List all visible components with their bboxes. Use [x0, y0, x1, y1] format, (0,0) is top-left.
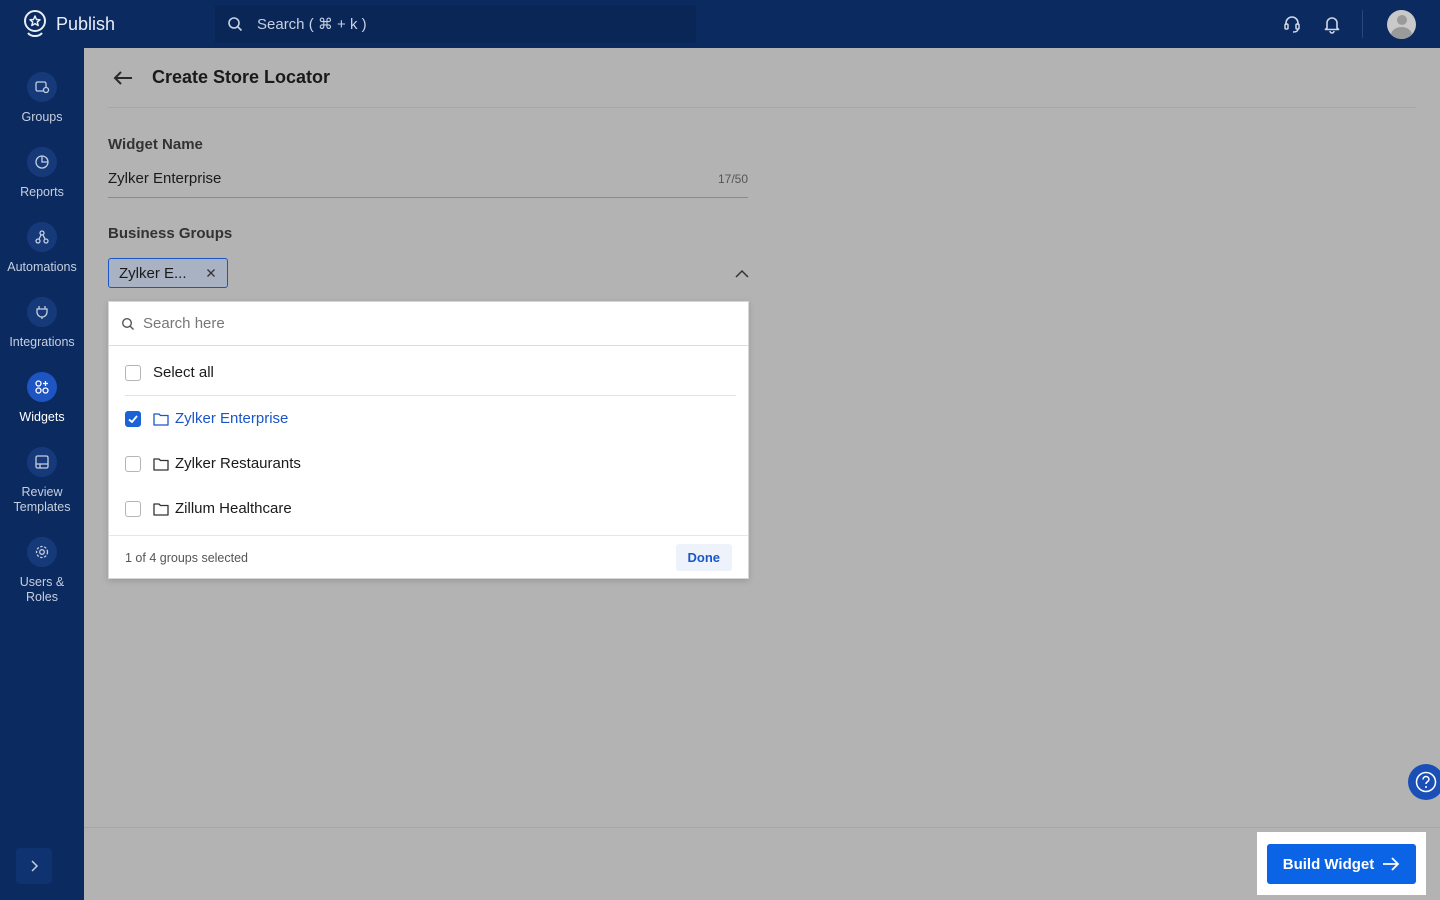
notification-bell-icon[interactable]	[1312, 0, 1352, 48]
group-option-label: Zylker Enterprise	[175, 410, 289, 427]
user-avatar[interactable]	[1387, 9, 1416, 39]
group-option[interactable]: Zylker Restaurants	[109, 441, 750, 486]
group-checkbox[interactable]	[125, 500, 141, 517]
selected-group-chip[interactable]: Zylker E...	[108, 258, 228, 288]
review-templates-icon	[27, 447, 57, 477]
app-name: Publish	[56, 13, 116, 34]
char-count: 17/50	[717, 172, 748, 186]
business-groups-dropdown: Select all Zylker Enterprise Zylker Rest…	[108, 301, 749, 579]
group-option[interactable]: Zylker Enterprise	[109, 396, 750, 441]
groups-icon	[27, 72, 57, 102]
main-content: Create Store Locator Widget Name 17/50 B…	[84, 48, 1440, 900]
folder-icon	[153, 457, 169, 471]
question-mark-icon	[1415, 771, 1437, 793]
selection-count: 1 of 4 groups selected	[125, 550, 248, 565]
widget-name-field[interactable]: 17/50	[108, 166, 748, 198]
checkmark-icon	[128, 414, 138, 423]
group-option[interactable]: Zillum Healthcare	[109, 486, 750, 531]
support-headset-icon[interactable]	[1272, 0, 1312, 48]
global-search-placeholder: Search ( ⌘ + k )	[257, 16, 367, 33]
build-widget-highlight: Build Widget	[1257, 832, 1426, 895]
chip-label: Zylker E...	[119, 264, 187, 282]
arrow-left-icon	[113, 70, 132, 85]
sidebar-item-label: Users & Roles	[19, 575, 65, 604]
reports-icon	[27, 147, 57, 177]
users-roles-icon	[27, 537, 57, 567]
dropdown-footer: 1 of 4 groups selected Done	[109, 535, 748, 579]
dropdown-search-input[interactable]	[143, 315, 703, 332]
close-icon[interactable]	[205, 267, 217, 279]
publish-logo-icon	[24, 10, 46, 37]
help-button[interactable]	[1408, 764, 1440, 800]
sidebar-item-widgets[interactable]: Widgets	[0, 372, 84, 425]
widget-name-input[interactable]	[108, 166, 688, 190]
sidebar-item-review-templates[interactable]: Review Templates	[0, 447, 84, 515]
group-checkbox[interactable]	[125, 455, 141, 472]
global-search[interactable]: Search ( ⌘ + k )	[215, 5, 696, 43]
sidebar-item-label: Reports	[20, 185, 64, 199]
automations-icon	[27, 222, 57, 252]
topbar-divider	[1362, 10, 1363, 38]
folder-icon	[153, 502, 169, 516]
chevron-up-icon[interactable]	[732, 264, 752, 284]
sidebar-item-label: Widgets	[19, 410, 65, 424]
widget-name-label: Widget Name	[108, 136, 203, 153]
group-option-label: Zillum Healthcare	[175, 500, 292, 517]
brand[interactable]: Publish	[0, 0, 215, 48]
search-icon	[228, 17, 243, 32]
sidebar-item-reports[interactable]: Reports	[0, 147, 84, 200]
sidebar-item-integrations[interactable]: Integrations	[0, 297, 84, 350]
done-button[interactable]: Done	[675, 544, 732, 571]
select-all-checkbox[interactable]	[125, 364, 141, 381]
sidebar-item-users-roles[interactable]: Users & Roles	[0, 537, 84, 605]
group-checkbox[interactable]	[125, 410, 141, 427]
sidebar-item-label: Automations	[7, 260, 77, 274]
sidebar-item-groups[interactable]: Groups	[0, 72, 84, 125]
group-option-label: Zylker Restaurants	[175, 455, 301, 472]
page-title: Create Store Locator	[152, 67, 331, 87]
page-header: Create Store Locator	[108, 48, 1416, 108]
dropdown-search[interactable]	[109, 302, 748, 346]
build-widget-button[interactable]: Build Widget	[1267, 844, 1416, 884]
sidebar-item-automations[interactable]: Automations	[0, 222, 84, 275]
build-widget-label: Build Widget	[1282, 855, 1375, 873]
sidebar-item-label: Integrations	[9, 335, 75, 349]
integrations-icon	[27, 297, 57, 327]
footer-bar	[84, 827, 1440, 900]
sidebar: Groups Reports Automations Integrations …	[0, 48, 84, 900]
business-groups-label: Business Groups	[108, 225, 233, 242]
search-icon	[121, 317, 134, 330]
sidebar-item-label: Groups	[21, 110, 63, 124]
select-all-option[interactable]: Select all	[109, 350, 750, 395]
select-all-label: Select all	[153, 364, 214, 381]
folder-icon	[153, 412, 169, 426]
back-button[interactable]	[108, 63, 138, 93]
top-bar: Publish Search ( ⌘ + k )	[0, 0, 1440, 48]
arrow-right-icon	[1383, 857, 1400, 871]
sidebar-expand-button[interactable]	[16, 848, 52, 884]
widgets-icon	[27, 372, 57, 402]
sidebar-item-label: Review Templates	[13, 485, 71, 514]
chevron-right-icon	[31, 860, 39, 872]
